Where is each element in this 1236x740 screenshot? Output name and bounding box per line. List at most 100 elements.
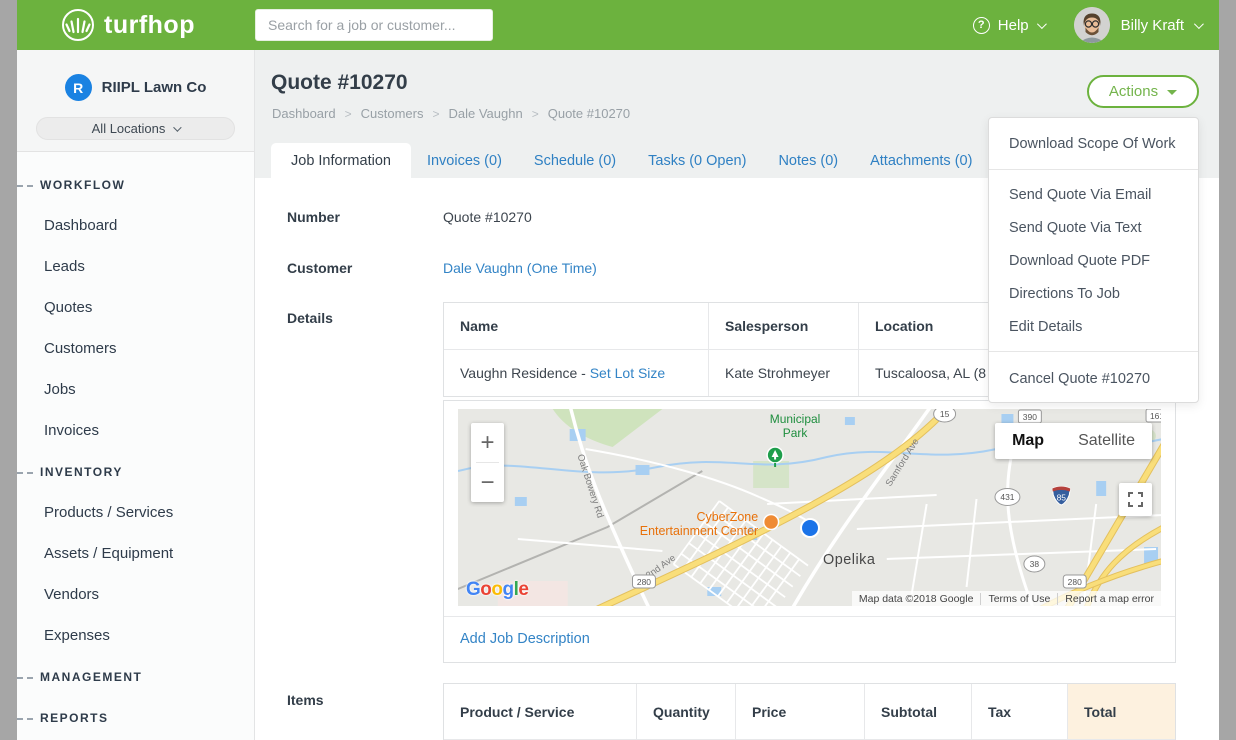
sidebar-item-vendors[interactable]: Vendors bbox=[17, 574, 254, 615]
route-shield-390: 390 bbox=[1023, 412, 1037, 422]
company-row: R RIIPL Lawn Co bbox=[17, 74, 254, 101]
route-shield-431: 431 bbox=[1000, 492, 1014, 502]
sidebar-item-expenses[interactable]: Expenses bbox=[17, 615, 254, 656]
sidebar: R RIIPL Lawn Co All Locations WORKFLOW D… bbox=[17, 50, 255, 740]
items-header-product-service: Product / Service bbox=[444, 684, 637, 739]
sidebar-item-invoices[interactable]: Invoices bbox=[17, 410, 254, 451]
sidebar-item-assets-equipment[interactable]: Assets / Equipment bbox=[17, 533, 254, 574]
menu-item-download-quote-pdf[interactable]: Download Quote PDF bbox=[989, 244, 1198, 277]
tab-bar: Job Information Invoices (0) Schedule (0… bbox=[271, 143, 988, 178]
details-header-salesperson: Salesperson bbox=[709, 303, 859, 349]
google-logo[interactable]: Google bbox=[466, 579, 528, 601]
menu-item-edit-details[interactable]: Edit Details bbox=[989, 310, 1198, 343]
app-window: turfhop ? Help bbox=[17, 0, 1219, 740]
sidebar-item-dashboard[interactable]: Dashboard bbox=[17, 205, 254, 246]
google-map[interactable]: Oak Bowery Rd Samford Ave 2nd Ave 15 390… bbox=[458, 409, 1161, 606]
items-header-subtotal: Subtotal bbox=[865, 684, 972, 739]
tab-notes[interactable]: Notes (0) bbox=[762, 143, 854, 178]
sidebar-item-jobs[interactable]: Jobs bbox=[17, 369, 254, 410]
customer-label: Customer bbox=[287, 260, 352, 276]
avatar[interactable] bbox=[1074, 7, 1110, 43]
tab-tasks[interactable]: Tasks (0 Open) bbox=[632, 143, 762, 178]
breadcrumb-customers[interactable]: Customers bbox=[361, 106, 424, 121]
property-name: Vaughn Residence - bbox=[460, 365, 590, 381]
map-panel: Oak Bowery Rd Samford Ave 2nd Ave 15 390… bbox=[443, 400, 1176, 663]
sidebar-company-block: R RIIPL Lawn Co All Locations bbox=[17, 50, 254, 152]
map-zoom-out-button[interactable]: − bbox=[471, 463, 504, 502]
details-label: Details bbox=[287, 310, 333, 326]
details-cell-name: Vaughn Residence - Set Lot Size bbox=[444, 350, 709, 396]
map-fullscreen-button[interactable] bbox=[1119, 483, 1152, 516]
google-letter: o bbox=[491, 579, 502, 600]
chevron-down-icon bbox=[1194, 19, 1204, 29]
report-map-error-link[interactable]: Report a map error bbox=[1057, 593, 1161, 605]
set-lot-size-link[interactable]: Set Lot Size bbox=[590, 365, 666, 381]
help-icon: ? bbox=[973, 17, 990, 34]
tab-invoices[interactable]: Invoices (0) bbox=[411, 143, 518, 178]
map-attribution: Map data ©2018 Google Terms of Use Repor… bbox=[852, 591, 1161, 606]
user-menu[interactable]: Billy Kraft bbox=[1121, 17, 1201, 34]
help-menu[interactable]: ? Help bbox=[973, 17, 1044, 34]
company-name: RIIPL Lawn Co bbox=[102, 79, 207, 96]
tab-job-information[interactable]: Job Information bbox=[271, 143, 411, 178]
terms-of-use-link[interactable]: Terms of Use bbox=[980, 593, 1057, 605]
customer-link[interactable]: Dale Vaughn (One Time) bbox=[443, 260, 597, 276]
tab-schedule[interactable]: Schedule (0) bbox=[518, 143, 632, 178]
breadcrumb-current: Quote #10270 bbox=[548, 106, 630, 121]
search-input[interactable] bbox=[255, 9, 493, 41]
poi-municipal-park-line2: Park bbox=[783, 426, 808, 440]
route-shield-161: 161 bbox=[1150, 411, 1161, 421]
brand-logo[interactable]: turfhop bbox=[61, 8, 195, 47]
map-zoom-control: + − bbox=[471, 423, 504, 502]
items-table: Product / Service Quantity Price Subtota… bbox=[443, 683, 1176, 740]
menu-item-send-quote-via-text[interactable]: Send Quote Via Text bbox=[989, 211, 1198, 244]
menu-item-download-scope-of-work[interactable]: Download Scope Of Work bbox=[989, 126, 1198, 162]
sidebar-section-management[interactable]: MANAGEMENT bbox=[17, 656, 254, 697]
sidebar-item-leads[interactable]: Leads bbox=[17, 246, 254, 287]
breadcrumb-customer-name[interactable]: Dale Vaughn bbox=[449, 106, 523, 121]
top-navigation-bar: turfhop ? Help bbox=[17, 0, 1219, 50]
sidebar-section-inventory: INVENTORY bbox=[17, 451, 254, 492]
sidebar-section-reports[interactable]: REPORTS bbox=[17, 697, 254, 738]
items-header-price: Price bbox=[736, 684, 865, 739]
route-shield-280-east: 280 bbox=[1068, 577, 1082, 587]
sidebar-section-workflow: WORKFLOW bbox=[17, 164, 254, 205]
sidebar-item-customers[interactable]: Customers bbox=[17, 328, 254, 369]
menu-item-directions-to-job[interactable]: Directions To Job bbox=[989, 277, 1198, 310]
menu-item-send-quote-via-email[interactable]: Send Quote Via Email bbox=[989, 178, 1198, 211]
chevron-down-icon bbox=[174, 123, 182, 131]
location-selector[interactable]: All Locations bbox=[36, 117, 235, 140]
map-type-control: Map Satellite bbox=[995, 423, 1152, 459]
fullscreen-icon bbox=[1128, 492, 1143, 507]
add-job-description-link[interactable]: Add Job Description bbox=[460, 631, 590, 647]
details-header-name: Name bbox=[444, 303, 709, 349]
company-logo-badge: R bbox=[65, 74, 92, 101]
google-letter: o bbox=[480, 579, 491, 600]
sidebar-item-products-services[interactable]: Products / Services bbox=[17, 492, 254, 533]
google-letter: g bbox=[503, 579, 514, 600]
details-cell-salesperson: Kate Strohmeyer bbox=[709, 350, 859, 396]
breadcrumb-separator: > bbox=[345, 107, 352, 121]
map-panel-footer: Add Job Description bbox=[444, 616, 1175, 661]
actions-button[interactable]: Actions bbox=[1087, 75, 1199, 108]
menu-item-cancel-quote[interactable]: Cancel Quote #10270 bbox=[989, 362, 1198, 395]
number-value: Quote #10270 bbox=[443, 209, 532, 225]
poi-municipal-park-line1: Municipal bbox=[770, 412, 820, 426]
map-type-satellite-button[interactable]: Satellite bbox=[1061, 423, 1152, 459]
map-zoom-in-button[interactable]: + bbox=[471, 423, 504, 462]
items-label: Items bbox=[287, 692, 324, 708]
brand-name: turfhop bbox=[104, 11, 195, 40]
cyberzone-marker-icon bbox=[764, 515, 779, 530]
breadcrumb-separator: > bbox=[532, 107, 539, 121]
number-label: Number bbox=[287, 209, 340, 225]
map-type-map-button[interactable]: Map bbox=[995, 423, 1061, 459]
topbar-right-cluster: ? Help bbox=[973, 0, 1201, 50]
grass-logo-icon bbox=[61, 8, 95, 47]
sidebar-item-quotes[interactable]: Quotes bbox=[17, 287, 254, 328]
tab-attachments[interactable]: Attachments (0) bbox=[854, 143, 988, 178]
breadcrumb-dashboard[interactable]: Dashboard bbox=[272, 106, 336, 121]
breadcrumb: Dashboard > Customers > Dale Vaughn > Qu… bbox=[272, 106, 630, 121]
route-shield-38: 38 bbox=[1030, 559, 1040, 569]
user-name: Billy Kraft bbox=[1121, 17, 1184, 34]
page-title: Quote #10270 bbox=[271, 71, 408, 95]
